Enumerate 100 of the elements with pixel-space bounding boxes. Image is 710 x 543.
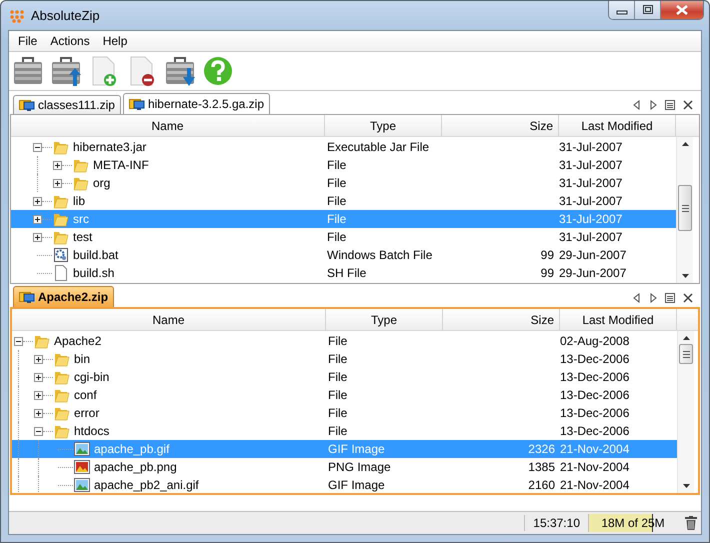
file-type: File bbox=[327, 423, 348, 440]
expander-icon[interactable] bbox=[33, 214, 42, 224]
file-type: Executable Jar File bbox=[326, 139, 430, 156]
modified-date: 29-Jun-2007 bbox=[559, 247, 628, 264]
close-icon[interactable] bbox=[683, 293, 693, 303]
scroll-left-icon[interactable] bbox=[633, 293, 641, 303]
file-type: File bbox=[327, 351, 348, 368]
modified-date: 31-Jul-2007 bbox=[559, 139, 624, 156]
scrollbar[interactable] bbox=[676, 137, 693, 283]
file-type: File bbox=[326, 229, 348, 246]
table-row[interactable]: apache_pb2_ani.gif GIF Image 2160 21-Nov-2004 bbox=[12, 476, 677, 493]
expander-icon[interactable] bbox=[34, 354, 43, 364]
file-name: error bbox=[74, 406, 100, 420]
table-row[interactable]: build.bat Windows Batch File 99 29-Jun-2007 bbox=[11, 246, 676, 264]
column-header[interactable]: Name bbox=[11, 115, 325, 136]
file-type: File bbox=[326, 211, 348, 228]
file-type: File bbox=[327, 333, 348, 350]
expander-icon[interactable] bbox=[34, 372, 43, 382]
file-size: 99 bbox=[540, 248, 554, 262]
file-name: org bbox=[93, 176, 110, 190]
column-header[interactable]: Last Modified bbox=[560, 309, 677, 330]
file-name: META-INF bbox=[93, 158, 149, 172]
table-row[interactable]: hibernate3.jar Executable Jar File 31-Jul-2007 bbox=[11, 138, 676, 156]
scroll-down-icon[interactable] bbox=[682, 483, 690, 489]
column-header[interactable]: Size bbox=[443, 309, 560, 330]
modified-date: 13-Dec-2006 bbox=[560, 405, 630, 422]
scroll-right-icon[interactable] bbox=[649, 293, 657, 303]
archive-tab[interactable]: hibernate-3.2.5.ga.zip bbox=[122, 93, 270, 114]
expander-icon[interactable] bbox=[33, 232, 42, 242]
expander-icon[interactable] bbox=[34, 390, 43, 400]
menu-item[interactable]: Actions bbox=[45, 34, 98, 48]
expander-icon[interactable] bbox=[34, 426, 43, 436]
minimize-button[interactable] bbox=[609, 1, 635, 19]
expander-icon[interactable] bbox=[53, 178, 62, 188]
folder-icon bbox=[73, 175, 89, 191]
briefcase-up-arrow-icon[interactable] bbox=[50, 55, 82, 87]
file-name: test bbox=[73, 230, 92, 244]
modified-date: 31-Jul-2007 bbox=[559, 229, 624, 246]
column-header[interactable]: Type bbox=[325, 115, 442, 136]
file-name: Apache2 bbox=[54, 334, 102, 348]
file-type: File bbox=[327, 369, 348, 386]
table-row[interactable]: test File 31-Jul-2007 bbox=[11, 228, 676, 246]
file-type: File bbox=[326, 175, 348, 192]
file-size: 1385 bbox=[528, 460, 555, 474]
file-name: build.bat bbox=[73, 248, 118, 262]
table-row[interactable]: conf File 13-Dec-2006 bbox=[12, 386, 677, 404]
expander-icon[interactable] bbox=[34, 408, 43, 418]
table-row[interactable]: lib File 31-Jul-2007 bbox=[11, 192, 676, 210]
menu-item[interactable]: Help bbox=[98, 34, 136, 48]
folder-icon bbox=[54, 369, 70, 385]
table-row[interactable]: build.sh SH File 99 29-Jun-2007 bbox=[11, 264, 676, 282]
modified-date: 02-Aug-2008 bbox=[560, 333, 630, 350]
expander-icon[interactable] bbox=[33, 142, 42, 152]
close-button[interactable] bbox=[661, 1, 703, 19]
scroll-right-icon[interactable] bbox=[649, 100, 657, 110]
modified-date: 29-Jun-2007 bbox=[559, 265, 628, 282]
help-icon[interactable] bbox=[202, 55, 234, 87]
scroll-up-icon[interactable] bbox=[680, 141, 690, 147]
scroll-up-icon[interactable] bbox=[682, 335, 690, 341]
file-type: GIF Image bbox=[327, 441, 386, 458]
file-type: File bbox=[326, 193, 348, 210]
expander-icon[interactable] bbox=[14, 336, 23, 346]
scroll-left-icon[interactable] bbox=[633, 100, 641, 110]
table-row[interactable]: Apache2 File 02-Aug-2008 bbox=[12, 332, 677, 350]
scroll-down-icon[interactable] bbox=[680, 273, 690, 279]
table-row[interactable]: cgi-bin File 13-Dec-2006 bbox=[12, 368, 677, 386]
image-file-icon bbox=[74, 441, 90, 457]
archive-tab[interactable]: Apache2.zip bbox=[13, 286, 114, 307]
column-header[interactable]: Size bbox=[442, 115, 559, 136]
file-type: File bbox=[326, 157, 348, 174]
menu-item[interactable]: File bbox=[13, 34, 46, 48]
column-header[interactable]: Last Modified bbox=[559, 115, 676, 136]
column-header[interactable]: Type bbox=[326, 309, 443, 330]
folder-icon bbox=[34, 333, 50, 349]
folder-icon bbox=[54, 387, 70, 403]
table-row[interactable]: error File 13-Dec-2006 bbox=[12, 404, 677, 422]
expander-icon[interactable] bbox=[33, 196, 42, 206]
column-header[interactable]: Name bbox=[12, 309, 326, 330]
modified-date: 21-Nov-2004 bbox=[560, 441, 630, 458]
table-row[interactable]: META-INF File 31-Jul-2007 bbox=[11, 156, 676, 174]
close-icon[interactable] bbox=[683, 100, 693, 110]
folder-icon bbox=[53, 211, 69, 227]
scrollbar[interactable] bbox=[677, 331, 694, 493]
expander-icon[interactable] bbox=[53, 160, 62, 170]
close-icon bbox=[675, 5, 689, 15]
briefcase-icon[interactable] bbox=[12, 55, 44, 87]
trash-icon[interactable] bbox=[685, 516, 697, 530]
briefcase-down-arrow-icon[interactable] bbox=[164, 55, 196, 87]
list-icon[interactable] bbox=[665, 293, 675, 303]
file-name: bin bbox=[74, 352, 90, 366]
file-name: lib bbox=[73, 194, 86, 208]
maximize-button[interactable] bbox=[635, 1, 661, 19]
archive-tab[interactable]: classes111.zip bbox=[13, 95, 121, 114]
table-row[interactable]: org File 31-Jul-2007 bbox=[11, 174, 676, 192]
modified-date: 31-Jul-2007 bbox=[559, 193, 624, 210]
list-icon[interactable] bbox=[665, 100, 675, 110]
table-row[interactable]: apache_pb.png PNG Image 1385 21-Nov-2004 bbox=[12, 458, 677, 476]
table-row[interactable]: bin File 13-Dec-2006 bbox=[12, 350, 677, 368]
modified-date: 31-Jul-2007 bbox=[559, 211, 624, 228]
window-title: AbsoluteZip bbox=[31, 8, 101, 23]
